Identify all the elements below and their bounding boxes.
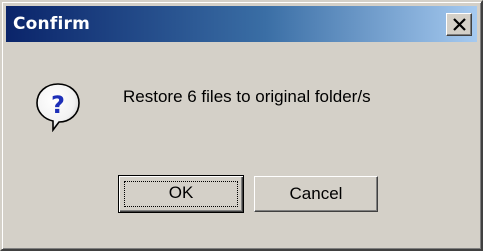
question-icon: ? bbox=[36, 83, 80, 132]
cancel-button-label: Cancel bbox=[289, 184, 343, 203]
ok-button[interactable]: OK bbox=[118, 175, 244, 213]
svg-text:?: ? bbox=[51, 91, 65, 119]
close-button[interactable] bbox=[446, 13, 472, 36]
window-title: Confirm bbox=[13, 14, 90, 34]
ok-button-label: OK bbox=[168, 183, 194, 202]
cancel-button[interactable]: Cancel bbox=[254, 176, 378, 212]
confirm-dialog: Confirm ? Restore 6 files to original fo… bbox=[0, 0, 483, 251]
title-bar[interactable]: Confirm bbox=[6, 6, 477, 42]
close-icon bbox=[453, 18, 466, 31]
dialog-message: Restore 6 files to original folder/s bbox=[123, 87, 371, 106]
